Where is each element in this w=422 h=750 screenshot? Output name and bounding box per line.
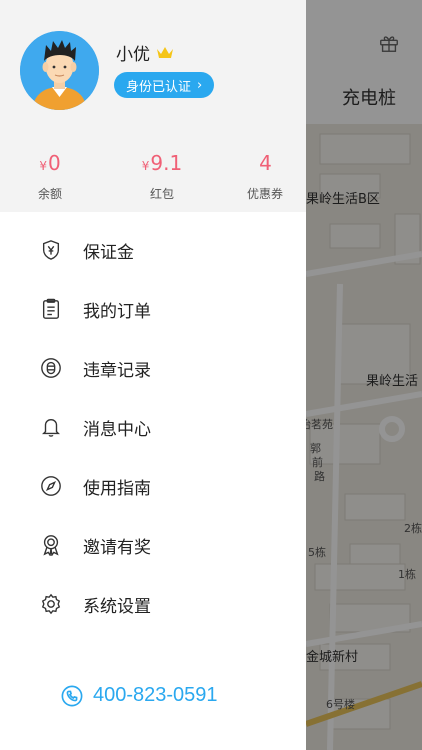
menu-label: 违章记录 <box>83 360 151 381</box>
menu-label: 消息中心 <box>83 419 151 440</box>
stat-red-packet[interactable]: ¥9.1 红包 <box>130 150 194 202</box>
verify-label: 身份已认证 <box>126 79 192 95</box>
wallet-stats: ¥0 余额 ¥9.1 红包 4 优惠券 <box>0 150 306 206</box>
username-row: 小优 <box>116 40 174 65</box>
menu-item-guide[interactable]: 使用指南 <box>0 458 306 514</box>
currency-symbol: ¥ <box>141 159 150 173</box>
user-avatar-icon <box>20 31 99 110</box>
menu-item-invite[interactable]: 邀请有奖 <box>0 517 306 573</box>
stat-label: 优惠券 <box>246 187 283 201</box>
menu-label: 保证金 <box>83 242 134 263</box>
stat-value: 0 <box>47 151 61 175</box>
stat-label: 余额 <box>37 187 62 201</box>
gear-icon <box>41 593 61 615</box>
chevron-right-icon: › <box>197 77 203 93</box>
customer-service-phone[interactable]: 400-823-0591 <box>61 684 218 707</box>
menu-label: 使用指南 <box>83 478 151 499</box>
menu-label: 邀请有奖 <box>83 537 151 558</box>
award-icon <box>43 535 59 556</box>
compass-icon <box>41 476 61 496</box>
stat-label: 红包 <box>149 187 174 201</box>
stat-value: 9.1 <box>150 151 183 175</box>
clipboard-icon <box>42 298 60 319</box>
menu-label: 我的订单 <box>83 301 151 322</box>
menu-item-deposit[interactable]: 保证金 <box>0 222 306 278</box>
profile-header: 小优 身份已认证 › ¥0 余额 ¥9.1 红包 4 优惠券 <box>0 0 306 212</box>
stat-value: 4 <box>259 151 272 175</box>
bell-icon <box>42 418 60 437</box>
phone-number: 400-823-0591 <box>93 684 218 706</box>
stat-coupons[interactable]: 4 优惠券 <box>236 150 294 202</box>
username: 小优 <box>116 45 150 65</box>
menu-item-orders[interactable]: 我的订单 <box>0 281 306 337</box>
phone-icon <box>61 685 83 706</box>
currency-symbol: ¥ <box>39 159 47 173</box>
avatar[interactable] <box>20 31 99 110</box>
menu-label: 系统设置 <box>83 596 151 617</box>
shield-yen-icon <box>42 240 60 260</box>
identity-verified-badge[interactable]: 身份已认证 › <box>114 72 215 98</box>
menu-item-messages[interactable]: 消息中心 <box>0 399 306 455</box>
side-drawer: 小优 身份已认证 › ¥0 余额 ¥9.1 红包 4 优惠券 保证金 我的订单 … <box>0 0 306 750</box>
menu-item-settings[interactable]: 系统设置 <box>0 576 306 632</box>
stat-balance[interactable]: ¥0 余额 <box>24 150 76 202</box>
menu-item-violations[interactable]: 违章记录 <box>0 340 306 396</box>
ticket-icon <box>41 358 61 378</box>
crown-icon <box>157 46 173 58</box>
